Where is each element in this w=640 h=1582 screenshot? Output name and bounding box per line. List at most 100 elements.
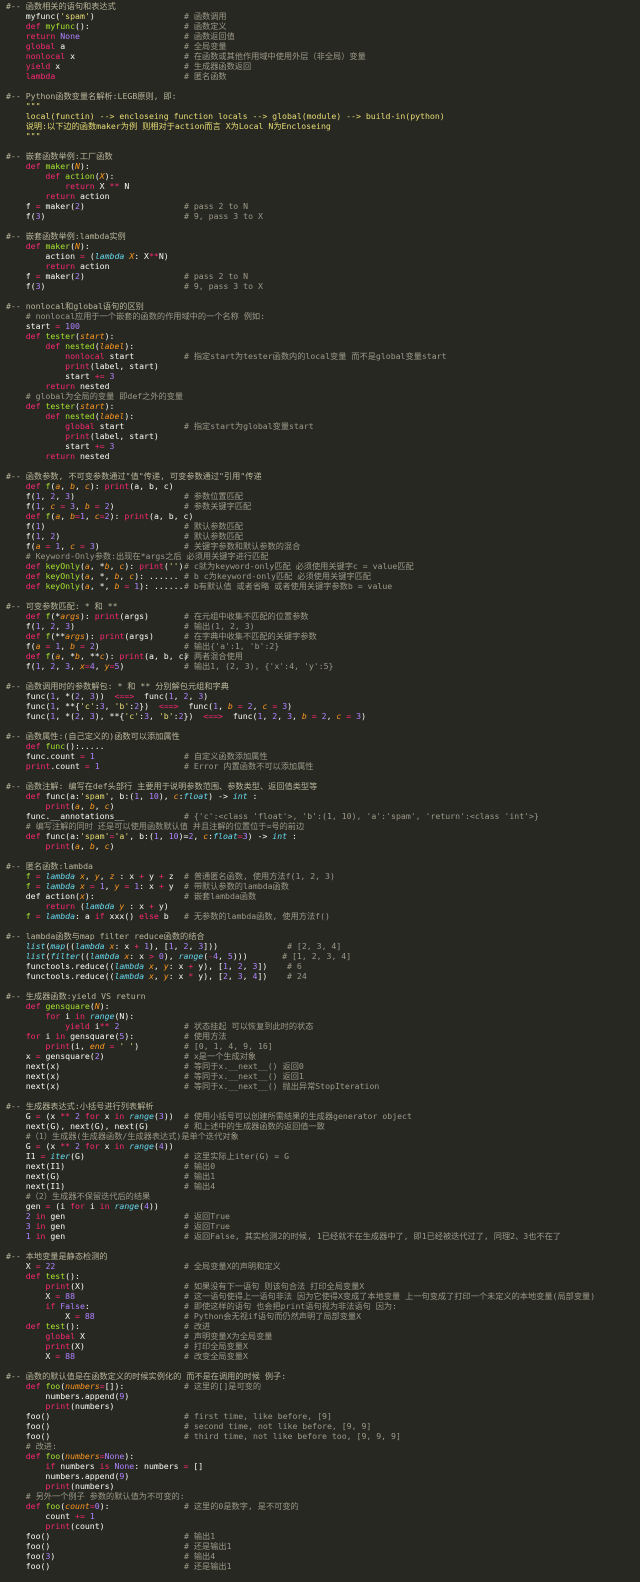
code-token: def	[6, 741, 46, 751]
code-token: )	[94, 641, 100, 651]
code-comment: # pass 2 to N	[184, 201, 249, 211]
code-token: 88	[84, 1311, 95, 1321]
code-token: ,	[55, 661, 66, 671]
code-token: (args)	[124, 631, 154, 641]
code-token: G	[6, 1141, 36, 1151]
code-token: # 编写注解的同时 还是可以使用函数默认值 并且注解的位置位于=号的前边	[6, 821, 305, 831]
code-line: foo() # 输出1	[6, 1531, 640, 1541]
code-token: def	[6, 1501, 46, 1511]
code-line: 说明:以下边的函数maker为例 则相对于action而言 X为Local N为…	[6, 121, 640, 131]
code-line: f(1) # 默认参数匹配	[6, 521, 640, 531]
code-token: ,	[193, 831, 204, 841]
code-token: print	[6, 1401, 71, 1411]
code-token: )	[109, 501, 115, 511]
code-comment: # b c为keyword-only匹配 必须使用关键字匹配	[184, 571, 371, 581]
code-token: def	[6, 651, 46, 661]
code-line: X = 88 # 这一语句使得上一语句非法 因为它使得X变成了本地变量 上一句变成…	[6, 1291, 640, 1301]
section-header-line: #-- 匿名函数:lambda	[6, 861, 640, 871]
code-token: ,	[188, 941, 199, 951]
code-token: y	[163, 881, 174, 891]
code-token: +=	[75, 1511, 90, 1521]
code-token: end	[89, 1041, 105, 1051]
code-line: def test():	[6, 1271, 640, 1281]
code-comment: # 在元组中收集不匹配的位置参数	[184, 611, 309, 621]
code-token: ():	[65, 1321, 80, 1331]
code-comment: # 在字典中收集不匹配的关键字参数	[184, 631, 317, 641]
code-token: f	[6, 271, 36, 281]
code-token: # nonlocal应用于一个嵌套的函数的作用域中的一个名称 例如:	[6, 311, 265, 321]
code-token: ), [	[149, 941, 169, 951]
code-token: func(	[134, 691, 169, 701]
section-header-text: #-- 函数相关的语句和表达式	[6, 1, 116, 11]
code-comment: # 生成器函数返回	[184, 61, 252, 71]
code-token: =	[60, 501, 71, 511]
code-token: 1	[89, 751, 95, 761]
code-token: iter	[50, 1151, 71, 1161]
code-line: X = 88 # Python会无视if语句而仍然声明了局部变量X	[6, 1311, 640, 1321]
code-comment: # 函数定义	[184, 21, 227, 31]
code-token: # 6	[267, 961, 302, 971]
code-token: print	[6, 1041, 71, 1051]
code-token: 'spam'	[79, 791, 110, 801]
code-line: return nested	[6, 381, 640, 391]
code-token: ((	[65, 941, 76, 951]
code-token: range	[89, 1011, 115, 1021]
code-token: in	[99, 1201, 115, 1211]
code-token: def	[6, 1271, 46, 1281]
code-line: f = lambda: a if xxx() else b # 无参数的lambd…	[6, 911, 640, 921]
code-line: def f(a, b, c): print(a, b, c)	[6, 481, 640, 491]
code-token: ,	[60, 541, 71, 551]
code-token: keyOnly	[45, 571, 80, 581]
code-token: def	[6, 511, 46, 521]
code-comment: # 等同于x.__next__() 抛出异常StopIteration	[184, 1081, 380, 1091]
code-token: print	[6, 1481, 71, 1491]
code-token: print	[6, 361, 90, 371]
code-comment: # 在函数或其他作用域中使用外层（非全局）变量	[184, 51, 366, 61]
section-header-line: #-- 可变参数匹配: * 和 **	[6, 601, 640, 611]
code-token: def	[6, 831, 46, 841]
code-token: next(I1)	[6, 1181, 66, 1191]
code-token: ):	[84, 631, 100, 641]
code-token: =	[346, 711, 357, 721]
code-token: func	[45, 741, 66, 751]
code-comment: # 状态挂起 可以恢复到此时的状态	[184, 1021, 314, 1031]
code-line: lambda # 匿名函数	[6, 71, 640, 81]
code-line: yield i** 2 # 状态挂起 可以恢复到此时的状态	[6, 1021, 640, 1031]
section-header-text: #-- 函数属性:(自己定义的)函数可以添加属性	[6, 731, 180, 741]
code-token: y	[144, 871, 159, 881]
code-line: #（1）生成器(生成器函数/生成器表达式)是单个迭代对象	[6, 1131, 640, 1141]
code-token: print	[6, 1521, 71, 1531]
code-token: , *	[60, 651, 76, 661]
code-token: ):	[124, 411, 135, 421]
code-token: def	[6, 581, 46, 591]
code-line: def tester(start):	[6, 401, 640, 411]
code-token: ): ......	[134, 571, 179, 581]
code-token: (a, b, c)	[149, 511, 194, 521]
code-line: numbers.append(9)	[6, 1471, 640, 1481]
code-token: lambda	[6, 71, 56, 81]
code-token: , *,	[89, 581, 115, 591]
code-token: ((	[79, 951, 90, 961]
code-comment: # 匿名函数	[184, 71, 227, 81]
code-token: (*	[50, 611, 61, 621]
code-token: ,	[188, 691, 199, 701]
code-token: (label, start)	[89, 361, 159, 371]
code-line: def action(X):	[6, 171, 640, 181]
code-token: gen	[6, 1201, 46, 1211]
code-token: maker(	[45, 271, 76, 281]
code-comment: # 全局变量	[184, 41, 227, 51]
code-line: f(a = 1, b = 2) # 输出{'a':1, 'b':2}	[6, 641, 640, 651]
code-token: print	[94, 611, 120, 621]
code-editor[interactable]: #-- 函数相关的语句和表达式 myfunc('spam') # 函数调用 def…	[0, 0, 640, 1582]
code-token: : x	[139, 881, 159, 891]
code-token: test	[45, 1321, 66, 1331]
code-comment: # 输出(1, 2, 3)	[184, 621, 255, 631]
code-token: ):	[104, 171, 115, 181]
code-line: def func(a:'spam', b:(1, 10), c:float) -…	[6, 791, 640, 801]
code-comment: # 如果没有下一语句 则该句合法 打印全局变量X	[184, 1281, 365, 1291]
code-token: if	[94, 911, 110, 921]
code-line: def func():.....	[6, 741, 640, 751]
code-line: f = maker(2) # pass 2 to N	[6, 201, 640, 211]
code-line: for i in range(N):	[6, 1011, 640, 1021]
code-token: yield	[6, 1021, 95, 1031]
